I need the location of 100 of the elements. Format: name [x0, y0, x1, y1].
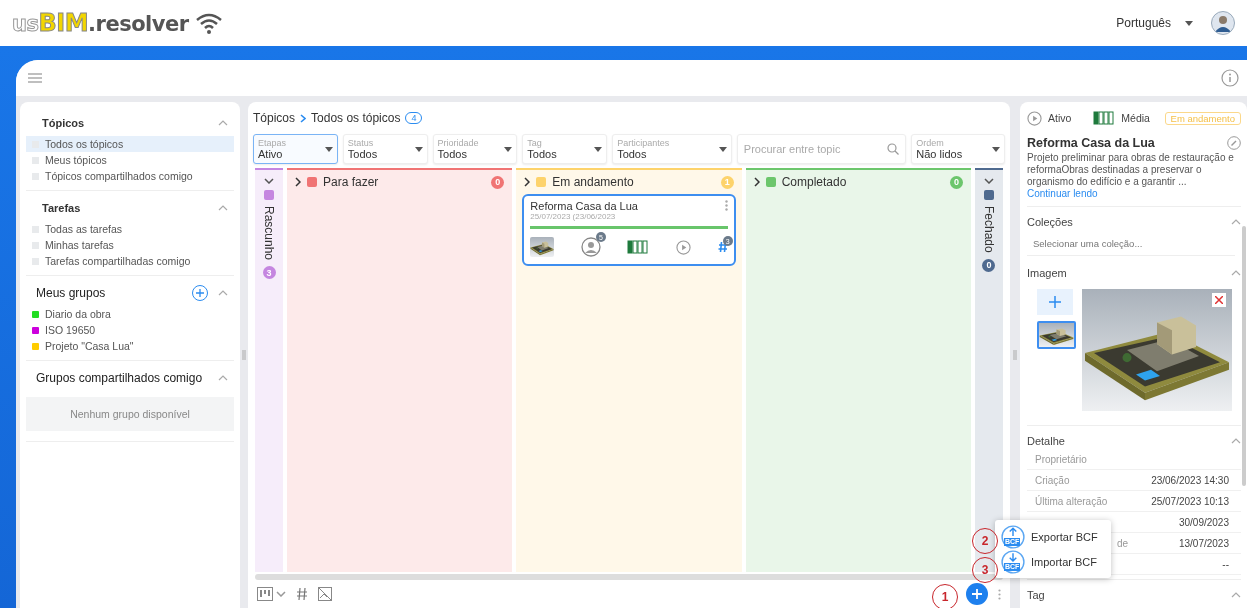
chevron-down-icon[interactable] [276, 591, 286, 597]
wifi-icon [194, 12, 223, 34]
section-title: Detalhe [1027, 435, 1065, 447]
info-icon[interactable] [1221, 69, 1239, 87]
chevron-up-icon[interactable] [218, 290, 228, 296]
chevron-right-icon[interactable] [524, 177, 531, 187]
group-item[interactable]: Projeto "Casa Lua" [26, 338, 234, 354]
count-badge: 0 [491, 175, 505, 189]
caret-icon [718, 146, 727, 152]
breadcrumb-current: Todos os tópicos [311, 111, 401, 125]
chevron-up-icon[interactable] [1231, 438, 1241, 444]
column-title: Em andamento [552, 175, 635, 189]
chevron-right-icon[interactable] [295, 177, 301, 187]
caret-icon [324, 146, 333, 152]
nav-item[interactable]: Tarefas compartilhadas comigo [26, 253, 234, 269]
chevron-up-icon[interactable] [1231, 270, 1241, 276]
detail-value: 30/09/2023 [1178, 516, 1229, 528]
count-badge: 1 [720, 175, 734, 189]
section-title: Coleções [1027, 216, 1073, 228]
chevron-up-icon[interactable] [218, 375, 228, 381]
search-field[interactable]: Procurar entre topic [736, 134, 907, 164]
count-badge: 3 [262, 266, 276, 280]
group-item[interactable]: Diario da obra [26, 306, 234, 322]
card-title: Reforma Casa da Lua [530, 200, 638, 212]
collection-select[interactable]: Selecionar uma coleção... [1027, 230, 1235, 256]
chevron-right-icon [300, 113, 307, 123]
plus-icon [1049, 295, 1061, 308]
more-icon[interactable] [724, 200, 728, 211]
column-title: Rascunho [262, 206, 276, 261]
user-icon [580, 237, 601, 257]
detail-label: Última alteração [1035, 495, 1108, 507]
horizontal-scrollbar[interactable] [255, 574, 1003, 580]
logo: usBIM.resolver [12, 9, 189, 37]
avatar[interactable] [1211, 11, 1235, 35]
nav-item[interactable]: Tópicos compartilhados comigo [26, 168, 234, 184]
play-icon [676, 239, 692, 255]
more-icon[interactable] [998, 588, 1001, 600]
topic-title: Reforma Casa da Lua [1027, 136, 1155, 150]
caret-icon [594, 146, 603, 152]
nav-item[interactable]: Todas as tarefas [26, 221, 234, 237]
caret-icon [992, 146, 1001, 152]
add-button[interactable] [192, 285, 208, 301]
resize-handle[interactable] [1013, 350, 1017, 360]
detail-label: Criação [1035, 474, 1070, 486]
count-badge: 0 [982, 258, 996, 272]
vertical-scrollbar[interactable] [1242, 226, 1246, 486]
add-image-button[interactable] [1037, 289, 1073, 315]
read-more-link[interactable]: Continuar lendo [1027, 188, 1098, 199]
filter-dropdown[interactable]: Participantes Todos [612, 134, 732, 164]
card-dates: 25/07/2023 (23/06/2023 [530, 212, 617, 221]
section-title: Meus grupos [36, 286, 106, 300]
status-label: Ativo [1048, 112, 1072, 124]
chevron-up-icon[interactable] [218, 205, 228, 211]
resize-handle[interactable] [242, 350, 246, 360]
group-item[interactable]: ISO 19650 [26, 322, 234, 338]
column-title: Fechado [982, 206, 996, 253]
filter-dropdown[interactable]: Etapas Ativo [253, 134, 338, 164]
plus-icon [196, 289, 204, 297]
stage-badge: Em andamento [1164, 111, 1241, 125]
filter-dropdown[interactable]: Tag Todos [522, 134, 608, 164]
language-dropdown[interactable]: Português [1110, 15, 1199, 31]
nav-item[interactable]: Todos os tópicos [26, 136, 234, 152]
caret-icon [414, 146, 423, 152]
priority-label: Média [1121, 112, 1150, 124]
count-badge: 0 [950, 175, 963, 189]
filter-dropdown[interactable]: Status Todos [342, 134, 428, 164]
add-button[interactable] [966, 583, 988, 605]
chevron-up-icon[interactable] [218, 120, 228, 126]
chevron-down-icon[interactable] [984, 178, 994, 184]
edit-icon[interactable] [1227, 136, 1241, 150]
breadcrumb-root[interactable]: Tópicos [253, 111, 296, 125]
caret-icon [504, 146, 513, 152]
column-title: Completado [781, 175, 848, 189]
caret-icon [1185, 20, 1193, 26]
hash-icon[interactable] [296, 587, 308, 601]
chevron-right-icon[interactable] [753, 177, 760, 187]
description: Projeto preliminar para obras de restauração e reformaObras destinadas a preservar o organismo do edifício e a garantir ... Continuar lendo [1027, 152, 1235, 200]
chevron-up-icon[interactable] [1231, 219, 1241, 225]
section-title: Tópicos [42, 117, 85, 129]
board-icon[interactable] [257, 587, 273, 601]
column-title: Para fazer [323, 175, 380, 189]
detail-value: -- [1222, 558, 1229, 570]
nav-item[interactable]: Meus tópicos [26, 152, 234, 168]
filter-dropdown[interactable]: Prioridade Todos [432, 134, 518, 164]
nav-item[interactable]: Minhas tarefas [26, 237, 234, 253]
menu-icon[interactable] [28, 73, 42, 83]
image-off-icon[interactable] [318, 587, 332, 601]
chevron-up-icon[interactable] [1231, 592, 1241, 598]
delete-button[interactable] [1212, 293, 1226, 307]
sort-dropdown[interactable]: Ordem Não lidos [911, 134, 1006, 164]
detail-value: 13/07/2023 [1178, 537, 1229, 549]
chevron-down-icon[interactable] [264, 178, 274, 184]
detail-label: de [1117, 537, 1129, 549]
play-icon [1027, 110, 1042, 126]
section-title: Grupos compartilhados comigo [36, 371, 203, 385]
detail-value: 23/06/2023 14:30 [1151, 474, 1229, 486]
detail-label: Proprietário [1035, 453, 1087, 465]
empty-message: Nenhum grupo disponível [26, 397, 234, 431]
plus-icon [972, 589, 982, 599]
section-title: Imagem [1027, 267, 1067, 279]
